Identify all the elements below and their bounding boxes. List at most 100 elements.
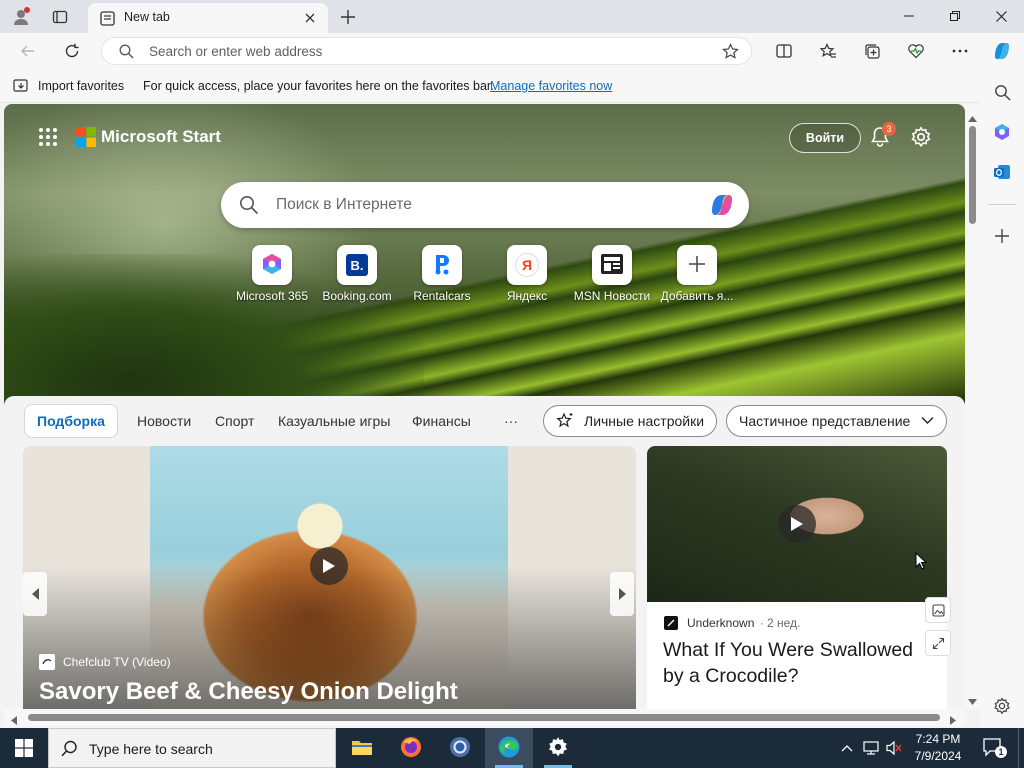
booking-icon: B.	[346, 254, 368, 276]
volume-muted-icon[interactable]	[884, 738, 904, 758]
apps-launcher-icon[interactable]	[38, 127, 58, 150]
card-age: 2 нед.	[767, 616, 801, 630]
file-explorer-button[interactable]	[338, 728, 386, 768]
microsoft-365-icon	[260, 252, 284, 279]
copilot-search-icon[interactable]	[707, 191, 737, 222]
sparkle-star-icon	[556, 412, 574, 430]
tab-actions-icon[interactable]	[48, 5, 72, 29]
collections-icon[interactable]	[858, 37, 886, 65]
more-tabs-button[interactable]: ···	[504, 413, 518, 429]
quick-link-microsoft-365[interactable]: Microsoft 365	[230, 245, 314, 305]
quick-link-msn-news[interactable]: MSN Новости	[570, 245, 654, 305]
chrome-button[interactable]	[436, 728, 484, 768]
show-desktop-button[interactable]	[1018, 728, 1024, 768]
edge-button[interactable]	[485, 728, 533, 768]
sign-in-button[interactable]: Войти	[789, 123, 861, 153]
import-favorites-icon[interactable]	[13, 78, 30, 97]
feed-card-featured[interactable]: Chefclub TV (Video) Savory Beef & Cheesy…	[23, 446, 636, 709]
minimize-button[interactable]	[886, 0, 932, 32]
firefox-button[interactable]	[387, 728, 435, 768]
vertical-scroll-thumb[interactable]	[969, 126, 976, 224]
network-icon[interactable]	[861, 738, 881, 758]
tab-novosti[interactable]: Новости	[137, 413, 191, 429]
system-clock[interactable]: 7:24 PM 7/9/2024	[904, 731, 972, 765]
page-settings-gear-icon[interactable]	[910, 126, 932, 151]
new-tab-button[interactable]	[336, 5, 360, 29]
carousel-prev-arrow-icon[interactable]	[23, 572, 47, 616]
tab-title: New tab	[124, 10, 170, 24]
horizontal-scrollbar[interactable]	[4, 709, 965, 726]
folder-icon	[351, 738, 373, 759]
new-tab-page: Microsoft Start Войти 3 Поиск в Интернет…	[4, 104, 965, 709]
feed-navigation: Подборка Новости Спорт Казуальные игры Ф…	[4, 396, 965, 446]
card-title[interactable]: Savory Beef & Cheesy Onion Delight	[39, 678, 458, 706]
horizontal-scroll-thumb[interactable]	[28, 714, 940, 721]
scroll-up-arrow-icon[interactable]	[968, 110, 977, 125]
quick-link-add-site[interactable]: Добавить я...	[655, 245, 739, 305]
copilot-icon[interactable]	[988, 37, 1016, 65]
personalize-button[interactable]: Личные настройки	[543, 405, 718, 437]
msn-news-icon	[600, 253, 624, 278]
tab-sport[interactable]: Спорт	[215, 413, 254, 429]
tab-podborka[interactable]: Подборка	[24, 404, 118, 438]
show-hidden-icons-chevron-up-icon[interactable]	[837, 738, 857, 758]
sidebar-add-icon[interactable]	[988, 222, 1016, 250]
taskbar-search-placeholder: Type here to search	[89, 741, 213, 757]
card-dot: ·	[760, 616, 764, 630]
play-video-icon[interactable]	[778, 505, 816, 543]
feed-card-article[interactable]: Underknown · 2 нед. What If You Were Swa…	[647, 446, 947, 709]
refresh-button[interactable]	[58, 37, 86, 65]
split-screen-icon[interactable]	[770, 37, 798, 65]
address-bar[interactable]: Search or enter web address	[101, 37, 752, 65]
close-window-button[interactable]	[978, 0, 1024, 32]
action-center-icon[interactable]: 1	[982, 737, 1007, 759]
card-source: Chefclub TV (Video)	[63, 655, 171, 669]
outlook-icon[interactable]	[988, 158, 1016, 186]
tab-new-tab[interactable]: New tab	[88, 3, 328, 33]
tab-casual-games[interactable]: Казуальные игры	[278, 413, 390, 429]
search-icon	[61, 740, 78, 760]
search-icon	[119, 44, 134, 62]
edge-icon	[497, 735, 521, 762]
settings-button[interactable]	[534, 728, 582, 768]
play-video-icon[interactable]	[310, 547, 348, 585]
import-favorites-link[interactable]: Import favorites	[38, 79, 124, 93]
quick-link-yandex[interactable]: Я Яндекс	[485, 245, 569, 305]
taskbar: Type here to search 7:24 PM 7/9/2024 1	[0, 728, 1024, 768]
sidebar	[980, 69, 1024, 728]
brand-title[interactable]: Microsoft Start	[101, 127, 221, 147]
clock-time: 7:24 PM	[915, 732, 961, 746]
carousel-next-arrow-icon[interactable]	[610, 572, 634, 616]
favorites-icon[interactable]	[814, 37, 842, 65]
scroll-right-arrow-icon[interactable]	[950, 713, 956, 728]
add-icon	[689, 255, 705, 275]
scroll-left-arrow-icon[interactable]	[11, 713, 17, 728]
start-button[interactable]	[0, 728, 48, 768]
search-icon	[239, 195, 259, 218]
manage-favorites-link[interactable]: Manage favorites now	[490, 79, 612, 93]
scroll-down-arrow-icon[interactable]	[968, 693, 977, 708]
quick-link-rentalcars[interactable]: Rentalcars	[400, 245, 484, 305]
close-tab-icon[interactable]	[302, 10, 318, 26]
microsoft-365-sidebar-icon[interactable]	[988, 118, 1016, 146]
tab-finansy[interactable]: Финансы	[412, 413, 471, 429]
quick-link-booking[interactable]: B. Booking.com	[315, 245, 399, 305]
more-options-icon[interactable]	[946, 37, 974, 65]
taskbar-search-box[interactable]: Type here to search	[48, 728, 336, 768]
sidebar-search-icon[interactable]	[988, 78, 1016, 106]
favorite-star-icon[interactable]	[722, 43, 739, 63]
expand-icon[interactable]	[925, 630, 951, 656]
web-search-box[interactable]: Поиск в Интернете	[221, 182, 749, 228]
notification-badge: 3	[882, 122, 896, 136]
mouse-cursor-icon	[915, 551, 928, 573]
image-icon[interactable]	[925, 597, 951, 623]
favorites-hint-text: For quick access, place your favorites h…	[143, 79, 494, 93]
sidebar-settings-icon[interactable]	[988, 692, 1016, 720]
view-mode-dropdown[interactable]: Частичное представление	[726, 405, 947, 437]
card-title[interactable]: What If You Were Swallowed by a Crocodil…	[663, 637, 935, 689]
back-button[interactable]	[14, 37, 42, 65]
vertical-scrollbar[interactable]	[965, 104, 980, 709]
restore-button[interactable]	[932, 0, 978, 32]
browser-essentials-icon[interactable]	[902, 37, 930, 65]
profile-icon[interactable]	[8, 4, 34, 30]
